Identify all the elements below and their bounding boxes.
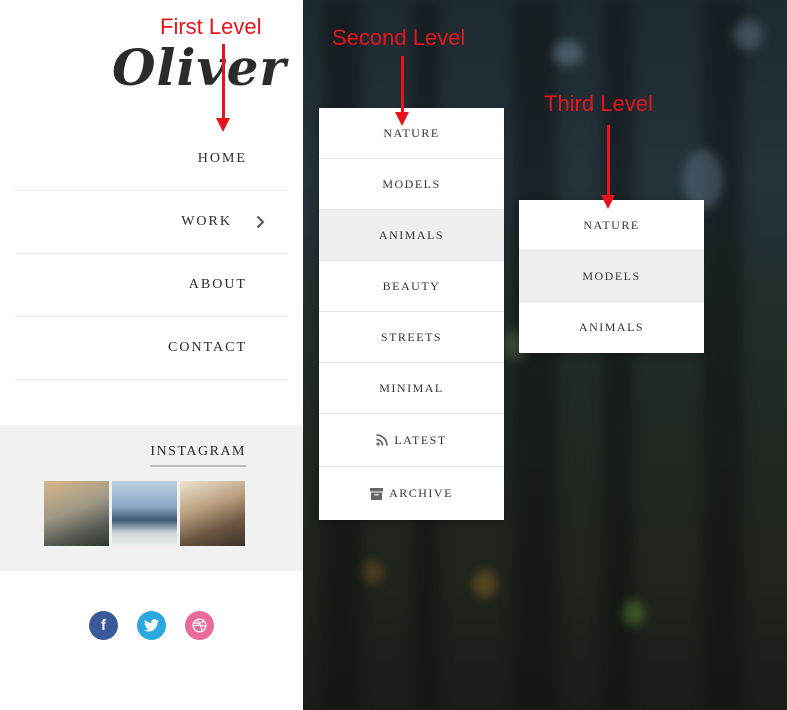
facebook-icon[interactable]: f xyxy=(89,611,118,640)
bokeh-light xyxy=(733,20,763,50)
submenu-item-models[interactable]: MODELS xyxy=(519,251,704,302)
bokeh-light xyxy=(623,600,645,626)
twitter-icon[interactable] xyxy=(137,611,166,640)
site-logo[interactable]: Oliver xyxy=(112,38,287,98)
instagram-title: INSTAGRAM xyxy=(150,444,246,467)
submenu-item-label: ANIMALS xyxy=(578,320,645,334)
social-links: f xyxy=(89,611,214,640)
submenu-item-label: ANIMALS xyxy=(378,227,445,242)
submenu-item-label: BEAUTY xyxy=(382,278,441,293)
instagram-thumbnails xyxy=(44,481,245,546)
instagram-photo[interactable] xyxy=(112,481,177,546)
nav-item-label: WORK xyxy=(181,214,232,229)
annotation-arrow xyxy=(601,125,615,209)
bokeh-light xyxy=(553,40,583,66)
annotation-arrow xyxy=(395,56,409,126)
chevron-right-icon xyxy=(248,215,272,229)
submenu-item-label: MINIMAL xyxy=(379,380,444,395)
primary-nav: HOME WORK ABOUT CONTACT xyxy=(15,128,288,380)
submenu-item-streets[interactable]: STREETS xyxy=(319,312,504,363)
submenu-item-animals[interactable]: ANIMALS xyxy=(519,302,704,353)
bokeh-light xyxy=(473,570,497,598)
submenu-item-label: STREETS xyxy=(380,329,443,344)
nav-item-label: CONTACT xyxy=(168,340,247,355)
annotation-first-level: First Level xyxy=(160,14,262,39)
submenu-item-latest[interactable]: LATEST xyxy=(319,414,504,467)
archive-icon xyxy=(370,487,384,500)
nav-item-work[interactable]: WORK xyxy=(15,191,288,254)
tree-trunk xyxy=(703,0,743,710)
nav-item-about[interactable]: ABOUT xyxy=(15,254,288,317)
sidebar: Oliver HOME WORK ABOUT CONTACT INSTAGRAM… xyxy=(0,0,303,710)
nav-item-label: HOME xyxy=(197,151,247,166)
submenu-item-models[interactable]: MODELS xyxy=(319,159,504,210)
submenu-item-label: LATEST xyxy=(394,432,447,447)
facebook-glyph: f xyxy=(101,617,106,634)
bokeh-light xyxy=(363,560,383,584)
submenu-second-level: NATURE MODELS ANIMALS BEAUTY STREETS MIN… xyxy=(319,108,504,520)
submenu-third-level: NATURE MODELS ANIMALS xyxy=(519,200,704,353)
nav-item-contact[interactable]: CONTACT xyxy=(15,317,288,380)
submenu-item-label: NATURE xyxy=(583,217,640,232)
instagram-widget: INSTAGRAM xyxy=(0,425,303,571)
rss-icon xyxy=(376,434,389,446)
annotation-arrow xyxy=(216,44,230,132)
submenu-item-archive[interactable]: ARCHIVE xyxy=(319,467,504,520)
submenu-item-label: MODELS xyxy=(382,176,441,191)
annotation-third-level: Third Level xyxy=(544,91,653,116)
submenu-item-label: MODELS xyxy=(582,268,641,283)
submenu-item-animals[interactable]: ANIMALS xyxy=(319,210,504,261)
submenu-item-beauty[interactable]: BEAUTY xyxy=(319,261,504,312)
nav-item-home[interactable]: HOME xyxy=(15,128,288,191)
nav-item-label: ABOUT xyxy=(188,277,247,292)
instagram-photo[interactable] xyxy=(44,481,109,546)
annotation-second-level: Second Level xyxy=(332,25,466,50)
submenu-item-minimal[interactable]: MINIMAL xyxy=(319,363,504,414)
submenu-item-label: NATURE xyxy=(383,125,440,140)
submenu-item-label: ARCHIVE xyxy=(389,486,453,500)
submenu-item-nature[interactable]: NATURE xyxy=(319,108,504,159)
dribbble-icon[interactable] xyxy=(185,611,214,640)
instagram-photo[interactable] xyxy=(180,481,245,546)
